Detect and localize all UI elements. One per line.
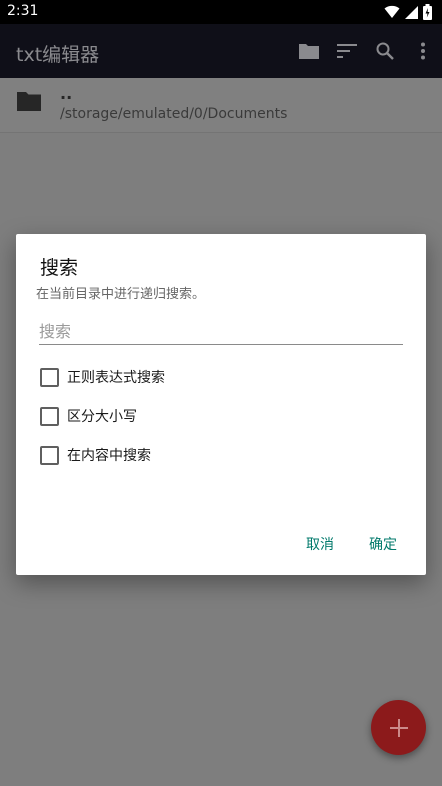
folder-icon: [299, 44, 319, 59]
status-bar: 2:31: [0, 0, 442, 24]
option-label: 正则表达式搜索: [67, 370, 165, 386]
dialog-title: 搜索: [40, 257, 79, 279]
app-actions: [290, 24, 442, 78]
wifi-icon: [384, 5, 400, 18]
search-dialog: 搜索 在当前目录中进行递归搜索。 正则表达式搜索 区分大小写 在内容中搜索 取消…: [16, 234, 426, 575]
sort-icon: [337, 44, 357, 58]
app-title: txt编辑器: [16, 44, 100, 66]
sort-button[interactable]: [328, 24, 366, 78]
battery-icon: [423, 4, 432, 20]
ok-button[interactable]: 确定: [369, 534, 397, 554]
option-regex[interactable]: 正则表达式搜索: [40, 365, 165, 389]
option-label: 区分大小写: [67, 409, 137, 425]
parent-directory-name: ..: [60, 84, 73, 103]
cancel-button[interactable]: 取消: [306, 534, 334, 554]
option-search-content[interactable]: 在内容中搜索: [40, 443, 151, 467]
add-icon: [389, 718, 408, 737]
status-icons: [384, 4, 432, 20]
folder-icon: [17, 92, 41, 111]
add-fab[interactable]: [371, 700, 426, 755]
current-path: /storage/emulated/0/Documents: [60, 106, 288, 122]
search-button[interactable]: [366, 24, 404, 78]
cell-signal-icon: [405, 5, 418, 19]
regex-checkbox[interactable]: [40, 367, 59, 387]
search-content-checkbox[interactable]: [40, 445, 59, 465]
parent-directory-row[interactable]: .. /storage/emulated/0/Documents: [0, 78, 442, 133]
more-vert-icon: [421, 42, 425, 60]
option-label: 在内容中搜索: [67, 448, 151, 464]
option-case-sensitive[interactable]: 区分大小写: [40, 404, 137, 428]
app-bar: txt编辑器: [0, 24, 442, 78]
status-time: 2:31: [7, 3, 39, 19]
dialog-message: 在当前目录中进行递归搜索。: [36, 287, 206, 302]
more-options-button[interactable]: [404, 24, 442, 78]
search-input[interactable]: [39, 318, 403, 345]
search-icon: [376, 42, 394, 60]
case-sensitive-checkbox[interactable]: [40, 406, 59, 426]
open-folder-button[interactable]: [290, 24, 328, 78]
